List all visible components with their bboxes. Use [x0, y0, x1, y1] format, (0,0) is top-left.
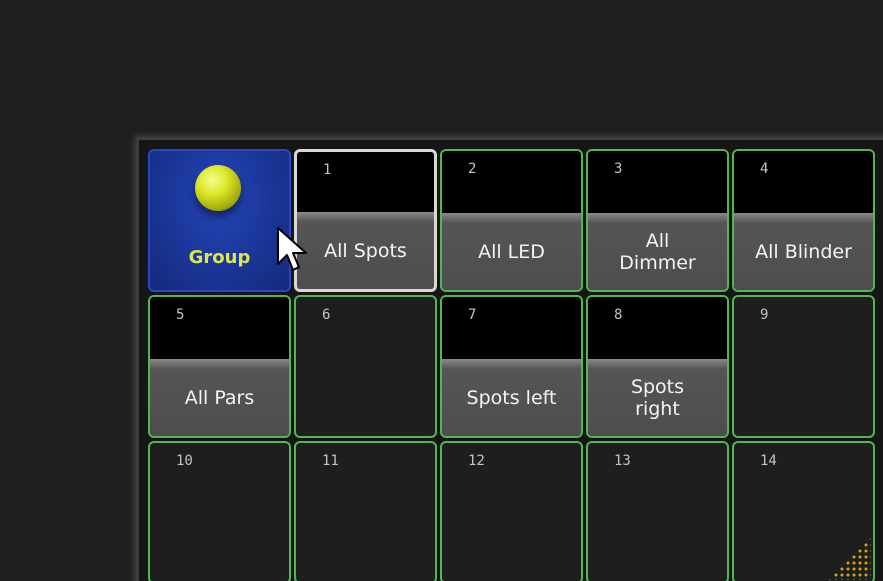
- group-cell-number: 4: [760, 161, 769, 177]
- group-cell-7[interactable]: 7 Spots left: [440, 295, 583, 438]
- group-cell-number: 12: [468, 453, 485, 469]
- group-cell-label: Spots right: [630, 375, 685, 420]
- group-cell-14[interactable]: 14: [732, 441, 875, 581]
- group-cell-preview: [588, 151, 727, 213]
- group-pool-grid: Group 1 All Spots 2 All LED 3 All Dimmer: [148, 149, 875, 581]
- group-cell-number: 2: [468, 161, 477, 177]
- group-cell-number: 3: [614, 161, 623, 177]
- group-cell-number: 14: [760, 453, 777, 469]
- group-cell-2[interactable]: 2 All LED: [440, 149, 583, 292]
- group-cell-label-area: Spots right: [588, 359, 727, 436]
- group-cell-label: All LED: [478, 240, 545, 263]
- group-cell-label-area: Spots left: [442, 359, 581, 436]
- group-cell-3[interactable]: 3 All Dimmer: [586, 149, 729, 292]
- group-cell-10[interactable]: 10: [148, 441, 291, 581]
- group-cell-label-area: All Spots: [297, 212, 434, 289]
- group-cell-number: 10: [176, 453, 193, 469]
- group-cell-label: All Blinder: [755, 240, 852, 263]
- group-cell-label: All Dimmer: [619, 229, 696, 274]
- group-cell-9[interactable]: 9: [732, 295, 875, 438]
- group-cell-11[interactable]: 11: [294, 441, 437, 581]
- group-cell-preview: [442, 151, 581, 213]
- group-cell-6[interactable]: 6: [294, 295, 437, 438]
- group-cell-number: 11: [322, 453, 339, 469]
- group-cell-label-area: All LED: [442, 213, 581, 290]
- resize-grip-icon[interactable]: [827, 536, 871, 580]
- group-cell-label: Spots left: [466, 386, 557, 409]
- group-pool-title: Group: [188, 247, 251, 268]
- group-cell-number: 7: [468, 307, 477, 323]
- group-cell-number: 8: [614, 307, 623, 323]
- group-cell-preview: [150, 297, 289, 359]
- group-cell-preview: [588, 297, 727, 359]
- group-cell-12[interactable]: 12: [440, 441, 583, 581]
- group-pool-title-cell[interactable]: Group: [148, 149, 291, 292]
- group-cell-label-area: All Dimmer: [588, 213, 727, 290]
- group-cell-number: 9: [760, 307, 769, 323]
- group-cell-1[interactable]: 1 All Spots: [294, 149, 437, 292]
- group-cell-label-area: All Blinder: [734, 213, 873, 290]
- screen: Group 1 All Spots 2 All LED 3 All Dimmer: [0, 0, 883, 581]
- group-cell-preview: [734, 151, 873, 213]
- group-cell-13[interactable]: 13: [586, 441, 729, 581]
- group-cell-number: 1: [323, 162, 332, 178]
- group-cell-preview: [442, 297, 581, 359]
- yellow-sphere-icon: [195, 165, 241, 211]
- group-cell-4[interactable]: 4 All Blinder: [732, 149, 875, 292]
- group-cell-number: 13: [614, 453, 631, 469]
- group-cell-preview: [297, 152, 434, 212]
- group-cell-label: All Spots: [324, 239, 407, 262]
- group-cell-8[interactable]: 8 Spots right: [586, 295, 729, 438]
- group-cell-number: 5: [176, 307, 185, 323]
- group-cell-number: 6: [322, 307, 331, 323]
- group-cell-5[interactable]: 5 All Pars: [148, 295, 291, 438]
- group-cell-label-area: All Pars: [150, 359, 289, 436]
- mouse-cursor-icon: [277, 227, 307, 271]
- group-cell-label: All Pars: [184, 386, 255, 409]
